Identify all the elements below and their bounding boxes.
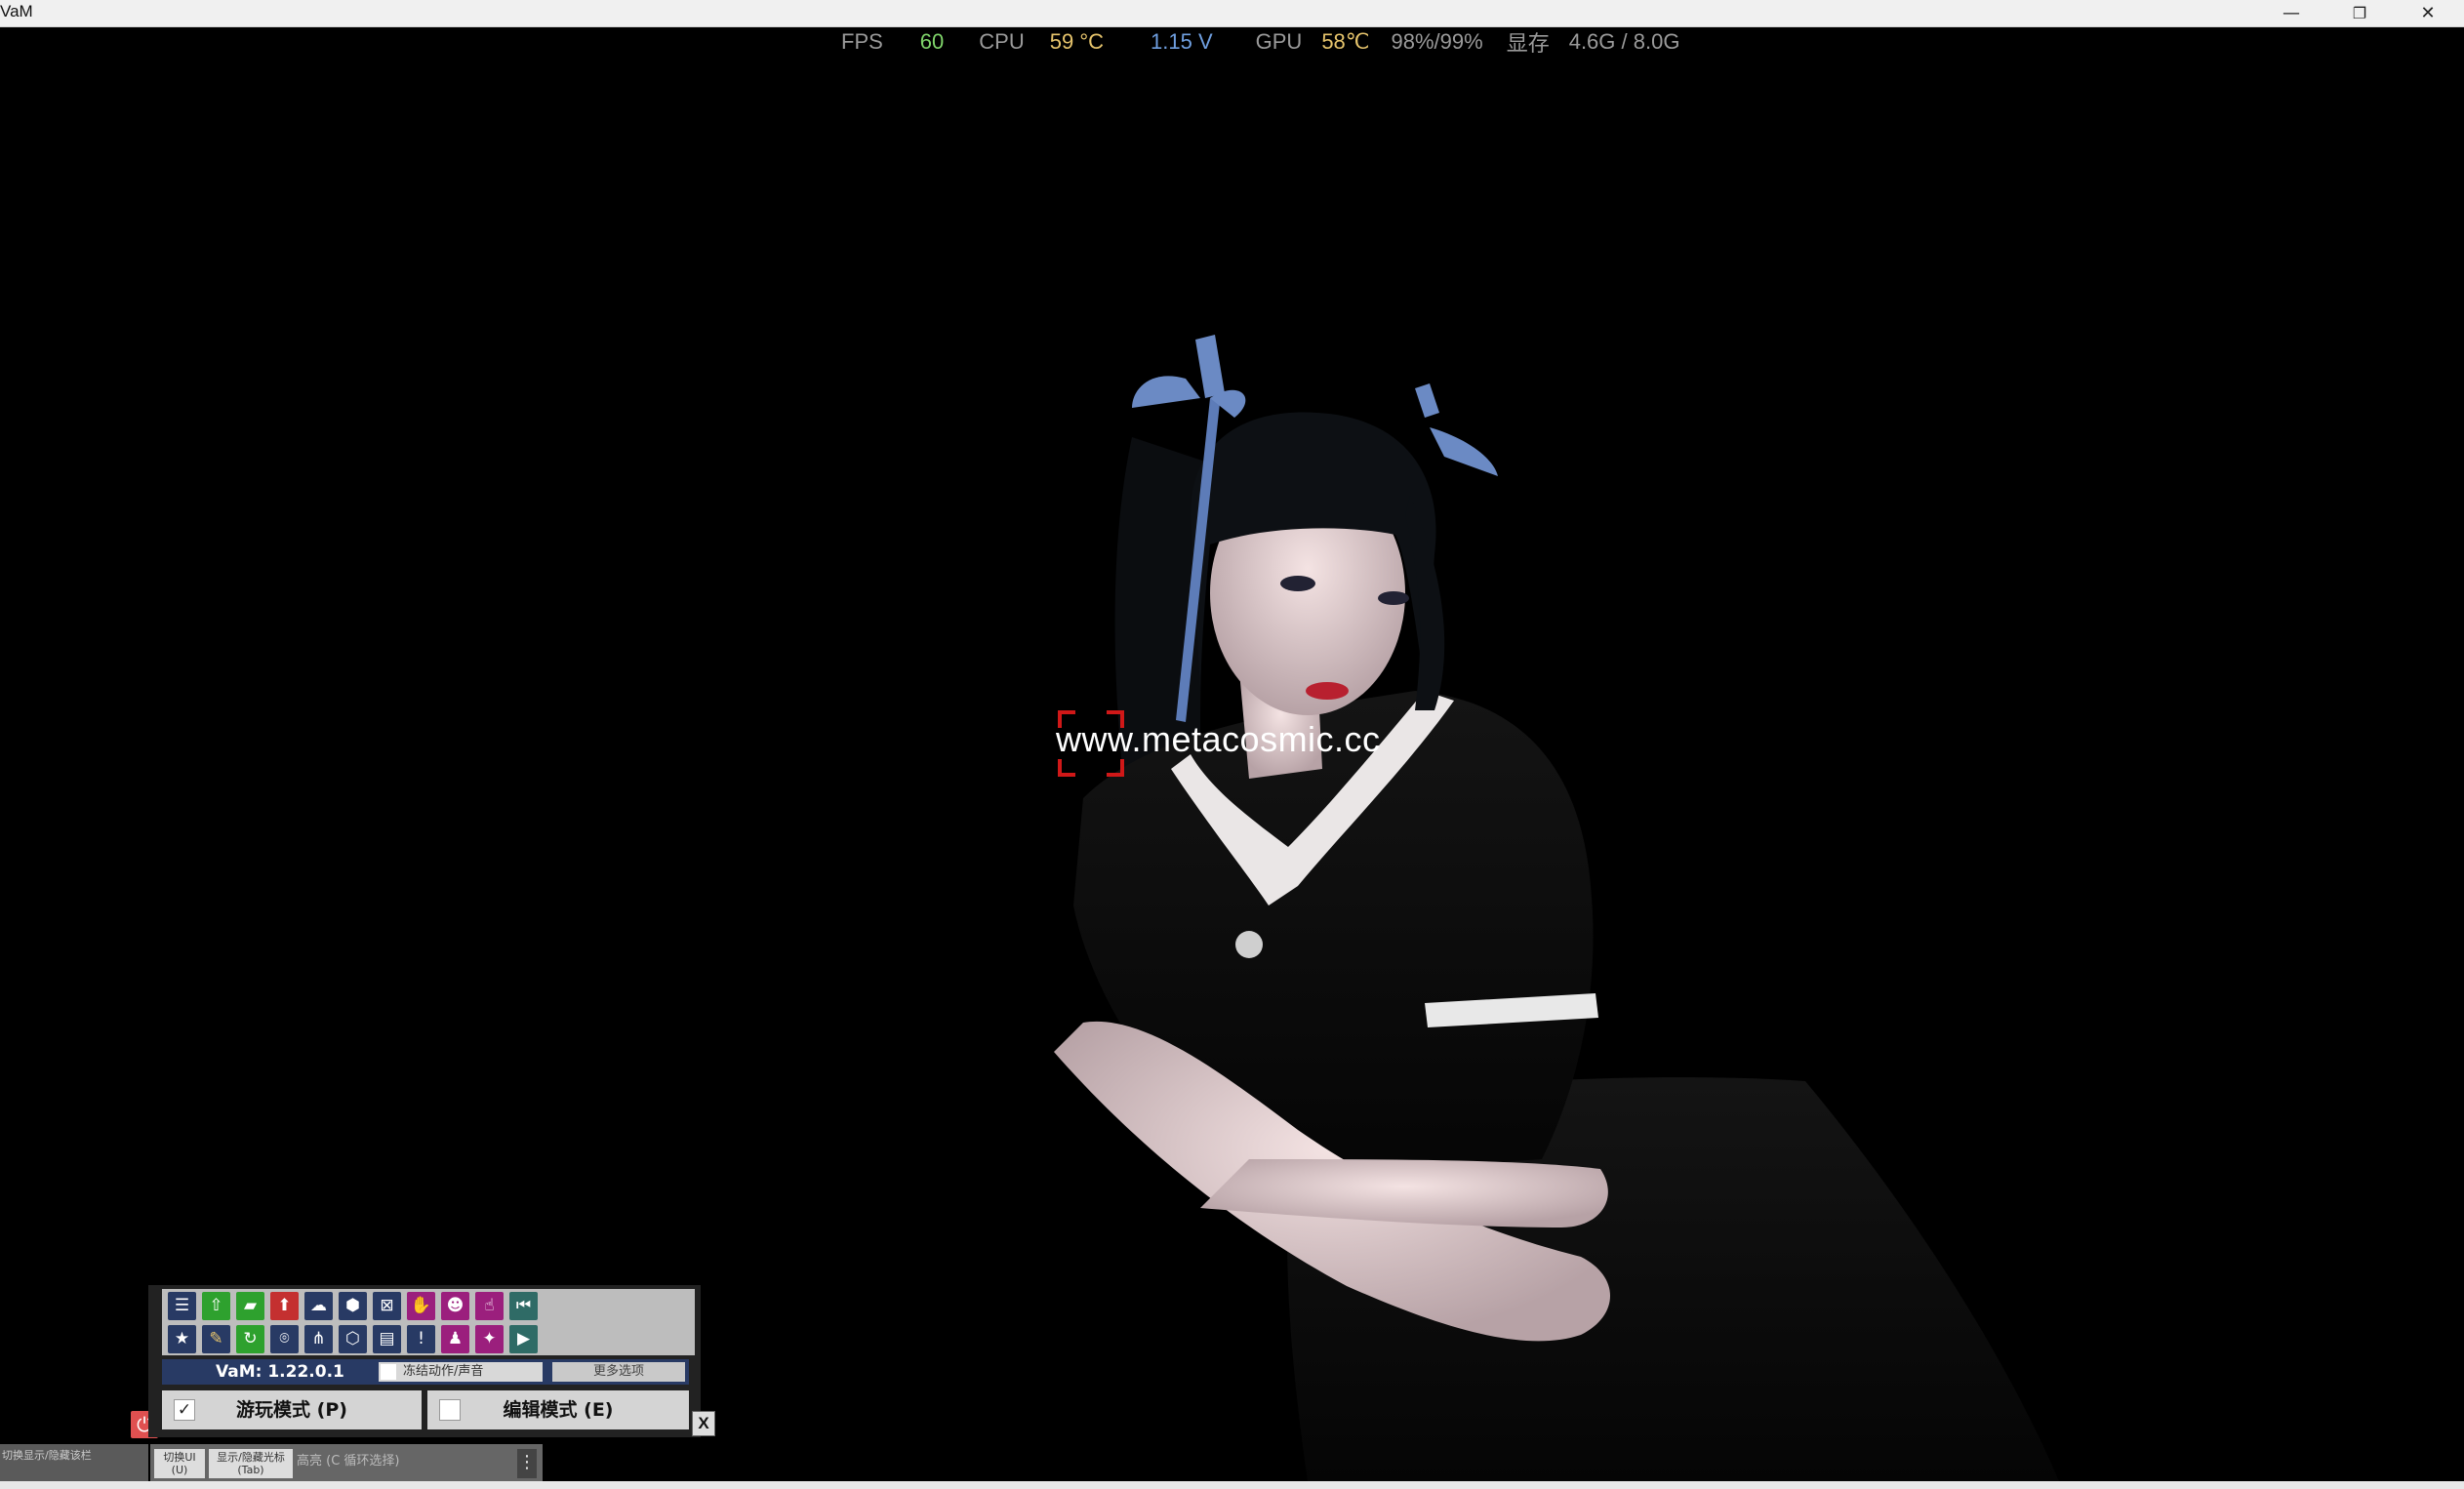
cpu-voltage: 1.15 V bbox=[1151, 29, 1213, 54]
status-row: VaM: 1.22.0.1 冻结动作/声音 更多选项 bbox=[162, 1359, 689, 1385]
more-menu-icon[interactable]: ⋮ bbox=[517, 1449, 537, 1478]
gpu-temp: 58℃ bbox=[1321, 29, 1370, 54]
save-icon[interactable]: ⬆ bbox=[270, 1291, 299, 1320]
toggle-ui-button[interactable]: 切换UI (U) bbox=[154, 1449, 205, 1478]
play-mode-button[interactable]: ✓ 游玩模式 (P) bbox=[162, 1390, 422, 1429]
cloud-icon[interactable]: ☁ bbox=[304, 1291, 333, 1320]
inbox-icon[interactable]: ⊠ bbox=[373, 1291, 401, 1320]
close-panel-button[interactable]: X bbox=[692, 1411, 715, 1436]
nodes-icon[interactable]: ⋔ bbox=[304, 1324, 333, 1353]
load-scene-icon[interactable]: ⇧ bbox=[202, 1291, 230, 1320]
cpu-temp: 59 °C bbox=[1049, 29, 1105, 54]
freeze-checkbox[interactable] bbox=[381, 1364, 396, 1380]
gpu-usage: 98%/99% bbox=[1391, 29, 1483, 54]
box-icon[interactable]: ⬡ bbox=[339, 1324, 367, 1353]
minimize-button[interactable]: — bbox=[2257, 0, 2325, 26]
fps-label: FPS bbox=[841, 29, 883, 54]
freeze-label: 冻结动作/声音 bbox=[403, 1364, 484, 1379]
play-icon[interactable]: ▶ bbox=[509, 1324, 538, 1353]
star-icon[interactable]: ★ bbox=[168, 1324, 196, 1353]
freeze-motion-toggle[interactable]: 冻结动作/声音 bbox=[379, 1362, 543, 1382]
camera-icon[interactable]: ⌾ bbox=[270, 1324, 299, 1353]
toggle-bar-button[interactable]: 切换显示/隐藏该栏 bbox=[0, 1444, 148, 1481]
highlight-label: 高亮 (C 循环选择) bbox=[297, 1454, 400, 1469]
gpu-label: GPU bbox=[1255, 29, 1303, 54]
pointer-hand-icon[interactable]: ☝ bbox=[475, 1291, 504, 1320]
toolbar-row-2: ★ ✎ ↻ ⌾ ⋔ ⬡ ▤ ! ♟ ✦ ▶ bbox=[162, 1322, 695, 1355]
window-title: VaM bbox=[0, 2, 33, 20]
performance-overlay: FPS 60 CPU 59 °C 1.15 V GPU 58℃ 98%/99% … bbox=[841, 27, 1679, 57]
more-options-button[interactable]: 更多选项 bbox=[552, 1362, 685, 1382]
menu-icon[interactable]: ☰ bbox=[168, 1291, 196, 1320]
vram-value: 4.6G / 8.0G bbox=[1568, 29, 1680, 54]
watermark-text: www.metacosmic.cc bbox=[1056, 719, 1381, 759]
edit-folder-icon[interactable]: ✎ bbox=[202, 1324, 230, 1353]
warning-icon[interactable]: ! bbox=[407, 1324, 435, 1353]
toggle-bar-label: 切换显示/隐藏该栏 bbox=[2, 1449, 92, 1462]
document-icon[interactable]: ▤ bbox=[373, 1324, 401, 1353]
vram-label: 显存 bbox=[1506, 31, 1550, 56]
edit-mode-label: 编辑模式 (E) bbox=[503, 1399, 614, 1421]
bottom-toolbar: 切换UI (U) 显示/隐藏光标 (Tab) 高亮 (C 循环选择) ⋮ bbox=[150, 1444, 543, 1481]
edit-mode-button[interactable]: 编辑模式 (E) bbox=[427, 1390, 689, 1429]
restore-button[interactable]: ❐ bbox=[2325, 0, 2394, 26]
version-label: VaM: 1.22.0.1 bbox=[216, 1362, 344, 1382]
person-settings-icon[interactable]: ☻ bbox=[441, 1291, 469, 1320]
package-icon[interactable]: ⬢ bbox=[339, 1291, 367, 1320]
fps-value: 60 bbox=[919, 29, 945, 54]
play-mode-label: 游玩模式 (P) bbox=[236, 1399, 347, 1421]
window-titlebar: VaM — ❐ ✕ bbox=[0, 0, 2464, 27]
toggle-cursor-button[interactable]: 显示/隐藏光标 (Tab) bbox=[209, 1449, 293, 1478]
wrench-icon[interactable]: ✦ bbox=[475, 1324, 504, 1353]
toolbar-row-1: ☰ ⇧ ▰ ⬆ ☁ ⬢ ⊠ ✋ ☻ ☝ ⏮ bbox=[162, 1289, 695, 1322]
window-bottom-border bbox=[0, 1481, 2464, 1489]
folder-refresh-icon[interactable]: ↻ bbox=[236, 1324, 264, 1353]
rewind-start-icon[interactable]: ⏮ bbox=[509, 1291, 538, 1320]
person-icon[interactable]: ♟ bbox=[441, 1324, 469, 1353]
vam-control-panel: ☰ ⇧ ▰ ⬆ ☁ ⬢ ⊠ ✋ ☻ ☝ ⏮ ★ ✎ ↻ ⌾ ⋔ ⬡ ▤ ! ♟ … bbox=[148, 1285, 701, 1437]
close-window-button[interactable]: ✕ bbox=[2394, 0, 2462, 26]
cpu-label: CPU bbox=[979, 29, 1025, 54]
hand-icon[interactable]: ✋ bbox=[407, 1291, 435, 1320]
open-folder-icon[interactable]: ▰ bbox=[236, 1291, 264, 1320]
